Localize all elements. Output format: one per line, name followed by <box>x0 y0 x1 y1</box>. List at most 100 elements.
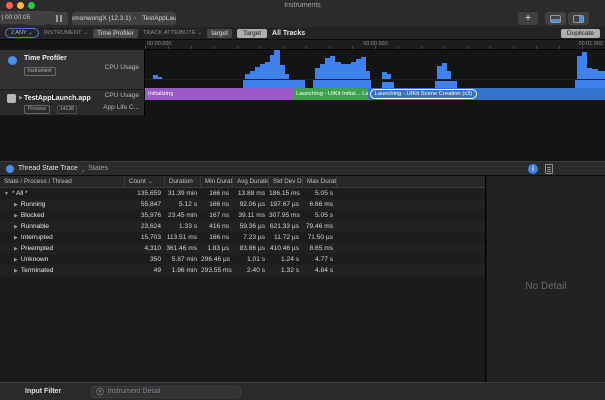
target-device-selector[interactable]: DemonwongX (12.3.1) TestAppLaunch <box>72 12 176 25</box>
instrument-badge: Instrument <box>24 67 56 76</box>
lifecycle-span[interactable]: Launching - UIKit Initial... La... <box>293 88 368 100</box>
target-view-button[interactable]: Target <box>237 29 267 38</box>
table-row[interactable]: ▶Runnable23,6241.33 s416 ns59.36 µs621.3… <box>0 221 485 232</box>
inspector-extended-detail-tab-icon[interactable] <box>545 164 553 174</box>
thread-state-label: Runnable <box>21 223 49 230</box>
no-detail-label: No Detail <box>487 281 605 292</box>
track-filter-bar: 2 ANY INSTRUMENT Time Profiler TRACK ATT… <box>0 27 605 40</box>
cpu-usage-bar <box>158 77 162 79</box>
breadcrumb-root[interactable]: Thread State Trace <box>18 165 78 172</box>
track-row-time-profiler[interactable]: Time Profiler Instrument CPU Usage <box>0 50 145 90</box>
table-row[interactable]: ▶Preempted4,310361.46 ms1.83 µs83.86 µs4… <box>0 243 485 254</box>
table-cell: 92.06 µs <box>233 201 269 208</box>
table-row[interactable]: ▶Unknown3505.87 min296.46 µs1.01 s1.24 s… <box>0 254 485 265</box>
column-header-avg-duration[interactable]: Avg Duration <box>233 176 269 188</box>
lane-label-app-lifecycle: App Life C... <box>103 104 139 111</box>
ruler-tick-label: 00:00.500 <box>363 41 387 47</box>
lifecycle-span[interactable]: Initializing <box>145 88 293 100</box>
app-lifecycle-track[interactable]: Initializing Launching - UIKit Initial...… <box>145 88 605 100</box>
table-cell: 7.23 µs <box>233 234 269 241</box>
table-cell: 1.83 µs <box>201 245 233 252</box>
cpu-usage-graph-time-profiler[interactable] <box>145 50 605 80</box>
table-cell: 5.05 s <box>303 190 337 197</box>
disclosure-closed-icon[interactable]: ▶ <box>19 95 23 101</box>
filter-match-any-chip[interactable]: 2 ANY <box>5 28 39 38</box>
table-cell: 59.36 µs <box>233 223 269 230</box>
column-header-max-duration[interactable]: Max Durati... <box>303 176 337 188</box>
breadcrumb-current[interactable]: States <box>88 165 108 172</box>
track-name: Time Profiler <box>24 55 67 62</box>
table-row[interactable]: ▶Terminated491.96 min293.55 ms2.40 s1.32… <box>0 265 485 276</box>
disclosure-closed-icon[interactable]: ▶ <box>14 235 18 241</box>
table-cell: 113.51 ms <box>165 234 201 241</box>
cpu-usage-bar <box>435 81 457 88</box>
column-header-duration[interactable]: Duration <box>165 176 201 188</box>
inspector-tabs: i <box>528 164 553 174</box>
app-name: TestAppLaunch <box>142 15 176 22</box>
add-instrument-button[interactable]: + <box>518 12 538 25</box>
column-header-min-duration[interactable]: Min Duration <box>201 176 233 188</box>
disclosure-closed-icon[interactable]: ▶ <box>14 213 18 219</box>
table-cell: 166 ns <box>201 201 233 208</box>
table-cell: 13.88 ms <box>233 190 269 197</box>
instrument-dot-icon <box>8 56 17 65</box>
toggle-right-panel-button[interactable] <box>568 12 589 25</box>
thread-state-label: Running <box>21 201 46 208</box>
track-row-testapplaunch[interactable]: ▶ TestAppLaunch.app Process 14138 CPU Us… <box>0 90 145 116</box>
cpu-usage-bar <box>366 71 370 79</box>
table-row[interactable]: ▼* All *135,65931.39 min166 ns13.88 ms18… <box>0 188 485 199</box>
table-cell: 79.46 ms <box>303 223 337 230</box>
table-cell: 5.05 s <box>303 212 337 219</box>
table-cell: 35,976 <box>125 212 165 219</box>
table-row[interactable]: ▶Running55,8475.12 s166 ns92.06 µs197.67… <box>0 199 485 210</box>
filter-field[interactable] <box>91 386 241 398</box>
toggle-bottom-panel-button[interactable] <box>545 12 566 25</box>
lane-label-cpu-usage: CPU Usage <box>105 64 139 71</box>
table-cell: 23.45 min <box>165 212 201 219</box>
column-header-count[interactable]: Count <box>125 176 165 188</box>
toolbar: DemonwongX (12.3.1) TestAppLaunch Run 1 … <box>0 11 605 27</box>
thread-state-label: Terminated <box>21 267 54 274</box>
table-cell: 8.65 ms <box>303 245 337 252</box>
table-header-row: State / Process / Thread Count Duration … <box>0 176 485 188</box>
disclosure-closed-icon[interactable]: ▶ <box>14 246 18 252</box>
disclosure-open-icon[interactable]: ▼ <box>4 191 9 197</box>
right-panel-icon <box>573 15 584 23</box>
lifecycle-span-label: Initializing <box>145 91 173 97</box>
track-area: 00:00.00000:00.50000:01.000 Time Profile… <box>0 40 605 161</box>
inspector-info-tab-icon[interactable]: i <box>528 164 538 174</box>
disclosure-closed-icon[interactable]: ▶ <box>14 224 18 230</box>
instrument-filter-chip[interactable]: Time Profiler <box>93 29 138 38</box>
column-header-std-dev[interactable]: Std Dev Du... <box>269 176 303 188</box>
lifecycle-span[interactable]: Launching - UIKit Scene Creation (x3) <box>368 88 605 100</box>
table-cell: 1.24 s <box>269 256 303 263</box>
column-header-state[interactable]: State / Process / Thread <box>0 176 125 188</box>
disclosure-closed-icon[interactable]: ▶ <box>14 202 18 208</box>
disclosure-closed-icon[interactable]: ▶ <box>14 257 18 263</box>
table-cell: 296.46 µs <box>201 256 233 263</box>
table-cell: 135,659 <box>125 190 165 197</box>
all-tracks-label: All Tracks <box>272 30 305 37</box>
thread-state-label: Preempted <box>21 245 53 252</box>
cpu-usage-bar <box>313 80 371 88</box>
table-cell: 1.01 s <box>233 256 269 263</box>
detail-header: Thread State Trace States i <box>0 161 605 176</box>
table-cell: 55,847 <box>125 201 165 208</box>
instrument-detail-filter-input[interactable] <box>107 388 236 395</box>
table-cell: 4.77 s <box>303 256 337 263</box>
duplicate-button[interactable]: Duplicate <box>561 29 600 38</box>
app-icon <box>7 94 16 103</box>
cpu-usage-graph-process[interactable] <box>145 80 605 88</box>
track-attribute-filter-chip[interactable]: target <box>207 29 232 38</box>
thread-state-label: Interrupted <box>21 234 53 241</box>
instrument-filter-label[interactable]: INSTRUMENT <box>44 30 89 36</box>
device-name: DemonwongX (12.3.1) <box>72 15 131 22</box>
timeline-ruler[interactable]: 00:00.00000:00.50000:01.000 <box>145 40 605 50</box>
track-attribute-filter-label[interactable]: TRACK ATTRIBUTE <box>143 30 203 36</box>
table-row[interactable]: ▶Blocked35,97623.45 min167 ns39.11 ms307… <box>0 210 485 221</box>
cpu-usage-bar <box>447 71 451 79</box>
table-cell: 31.39 min <box>165 190 201 197</box>
table-row[interactable]: ▶Interrupted15,703113.51 ms166 ns7.23 µs… <box>0 232 485 243</box>
bottom-panel-icon <box>550 15 561 23</box>
disclosure-closed-icon[interactable]: ▶ <box>14 268 18 274</box>
